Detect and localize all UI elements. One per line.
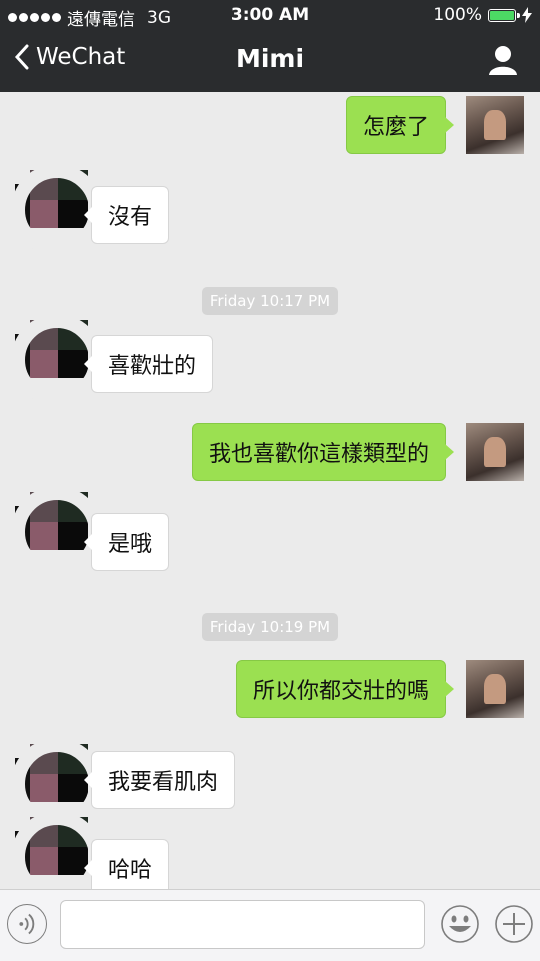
message-text: 所以你都交壯的嗎 <box>252 679 429 704</box>
my-avatar[interactable] <box>466 423 524 481</box>
contact-avatar[interactable] <box>11 811 103 889</box>
contact-avatar[interactable] <box>11 486 103 578</box>
my-avatar[interactable] <box>466 96 524 154</box>
message-bubble-outgoing[interactable]: 所以你都交壯的嗎 <box>235 660 455 718</box>
timestamp-label: Friday 10:19 PM <box>201 613 339 641</box>
contact-avatar[interactable] <box>11 314 103 406</box>
contact-avatar[interactable] <box>11 738 103 830</box>
message-bubble-outgoing[interactable]: 我也喜歡你這樣類型的 <box>191 423 455 481</box>
message-text: 哈哈 <box>108 858 153 883</box>
timestamp-divider: Friday 10:19 PM <box>0 613 540 641</box>
timestamp-label: Friday 10:17 PM <box>201 287 339 315</box>
smiley-icon[interactable] <box>440 904 480 944</box>
message-bubble-incoming[interactable]: 是哦 <box>83 513 170 571</box>
timestamp-divider: Friday 10:17 PM <box>0 287 540 315</box>
battery-icon <box>488 8 520 22</box>
contact-avatar[interactable] <box>11 164 103 256</box>
message-text: 沒有 <box>108 205 153 230</box>
message-input[interactable] <box>60 900 425 949</box>
message-text: 我要看肌肉 <box>108 770 219 795</box>
input-bar <box>0 889 540 961</box>
charging-bolt-icon <box>522 7 532 23</box>
message-bubble-incoming[interactable]: 沒有 <box>83 186 170 244</box>
message-bubble-outgoing[interactable]: 怎麼了 <box>345 96 455 154</box>
person-icon[interactable] <box>488 44 518 76</box>
my-avatar[interactable] <box>466 660 524 718</box>
chat-title: Mimi <box>235 44 305 73</box>
message-text: 怎麼了 <box>362 115 429 140</box>
message-bubble-incoming[interactable]: 喜歡壯的 <box>83 335 214 393</box>
plus-icon[interactable] <box>494 904 534 944</box>
message-text: 我也喜歡你這樣類型的 <box>208 442 429 467</box>
message-bubble-incoming[interactable]: 我要看肌肉 <box>83 751 236 809</box>
nav-bar: WeChat Mimi <box>0 30 540 92</box>
battery-group: 100% <box>433 5 532 25</box>
battery-percent: 100% <box>433 5 482 25</box>
message-list[interactable]: 怎麼了 沒有 Friday 10:17 PM 喜歡壯的 我也喜歡你這樣類型的 是… <box>0 92 540 889</box>
message-text: 是哦 <box>108 532 153 557</box>
status-bar: 遠傳電信 3G 3:00 AM 100% <box>0 0 540 30</box>
message-text: 喜歡壯的 <box>108 354 197 379</box>
message-bubble-incoming[interactable]: 哈哈 <box>83 839 170 889</box>
voice-icon[interactable] <box>7 904 47 944</box>
